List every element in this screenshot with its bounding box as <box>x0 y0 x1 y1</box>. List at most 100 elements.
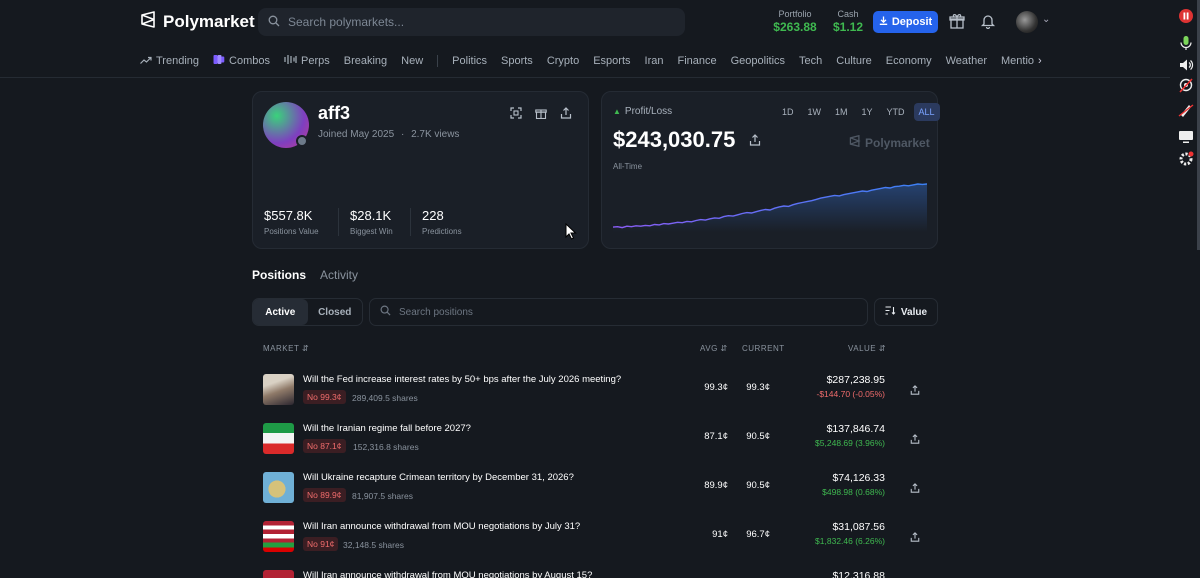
nav-item-weather[interactable]: Weather <box>946 55 987 67</box>
sort-button[interactable]: Value <box>874 298 938 326</box>
nav-item-crypto[interactable]: Crypto <box>547 55 579 67</box>
table-row[interactable]: Will Iran announce withdrawal from MOU n… <box>252 515 938 564</box>
nav-item-new[interactable]: New <box>401 55 423 67</box>
cash-stat[interactable]: Cash $1.12 <box>832 9 864 34</box>
speaker-icon[interactable] <box>1176 55 1196 75</box>
table-row[interactable]: Will Iran announce withdrawal from MOU n… <box>252 564 938 578</box>
col-header-market[interactable]: MARKET ⇵ <box>263 344 309 353</box>
share-icon[interactable] <box>559 106 573 120</box>
share-icon[interactable] <box>910 480 922 493</box>
nav-item-combos[interactable]: Combos <box>213 54 270 68</box>
nav-item-sports[interactable]: Sports <box>501 55 533 67</box>
nav-item-finance[interactable]: Finance <box>677 55 716 67</box>
current-price: 96.7¢ <box>746 529 770 540</box>
screen-icon[interactable] <box>1176 127 1196 147</box>
gift-small-icon[interactable] <box>534 106 548 120</box>
nav-item-economy[interactable]: Economy <box>886 55 932 67</box>
market-question[interactable]: Will Iran announce withdrawal from MOU n… <box>303 521 580 532</box>
current-price: 90.5¢ <box>746 480 770 491</box>
table-row[interactable]: Will the Fed increase interest rates by … <box>252 368 938 417</box>
col-header-value[interactable]: VALUE ⇵ <box>848 344 886 353</box>
gift-icon[interactable] <box>947 11 967 31</box>
microphone-icon[interactable] <box>1176 33 1196 53</box>
timeframe-1d[interactable]: 1D <box>777 103 799 121</box>
position-value: $12,316.88 <box>832 570 885 578</box>
market-thumbnail <box>263 472 294 503</box>
tab-activity[interactable]: Activity <box>320 268 358 282</box>
timeframe-1y[interactable]: 1Y <box>857 103 878 121</box>
position-value: $74,126.33 <box>832 472 885 484</box>
current-price: 90.5¢ <box>746 431 770 442</box>
market-thumbnail <box>263 521 294 552</box>
webcam-off-icon[interactable] <box>1176 76 1196 96</box>
market-question[interactable]: Will Ukraine recapture Crimean territory… <box>303 472 574 483</box>
col-header-avg[interactable]: AVG ⇵ <box>700 344 728 353</box>
pen-icon[interactable] <box>1176 100 1196 120</box>
market-question[interactable]: Will the Fed increase interest rates by … <box>303 374 621 385</box>
timeframe-ytd[interactable]: YTD <box>882 103 910 121</box>
position-change: -$144.70 (-0.05%) <box>816 389 885 399</box>
avg-price: 89.9¢ <box>704 480 728 491</box>
polymarket-watermark-icon <box>849 134 861 150</box>
positions-search-input[interactable]: Search positions <box>369 298 868 326</box>
table-row[interactable]: Will Ukraine recapture Crimean territory… <box>252 466 938 515</box>
timeframe-1w[interactable]: 1W <box>803 103 827 121</box>
nav-item-tech[interactable]: Tech <box>799 55 822 67</box>
cash-label: Cash <box>837 9 859 19</box>
search-bar[interactable]: Search polymarkets... <box>258 8 685 36</box>
views-count: 2.7K views <box>411 129 460 140</box>
col-header-label: VALUE <box>848 344 877 353</box>
tab-positions[interactable]: Positions <box>252 268 306 282</box>
nav-item-iran[interactable]: Iran <box>645 55 664 67</box>
deposit-button[interactable]: Deposit <box>873 11 938 33</box>
nav-item-label: Esports <box>593 55 631 67</box>
outcome-badge: No 89.9¢ <box>303 488 346 502</box>
nav-item-label: New <box>401 55 424 67</box>
nav-item-mentions[interactable]: Mentio <box>1001 55 1035 67</box>
bell-icon[interactable] <box>978 11 998 31</box>
portfolio-stat[interactable]: Portfolio $263.88 <box>772 9 818 34</box>
nav-item-breaking[interactable]: Breaking <box>344 55 387 67</box>
nav-item-politics[interactable]: Politics <box>452 55 487 67</box>
user-avatar[interactable] <box>1016 11 1038 33</box>
filter-active[interactable]: Active <box>253 299 308 325</box>
timeframe-all[interactable]: ALL <box>913 103 940 121</box>
position-value: $31,087.56 <box>832 521 885 533</box>
nav-item-label: Finance <box>677 55 717 67</box>
stat-value: $28.1K <box>350 208 392 223</box>
positions-search-placeholder: Search positions <box>399 306 473 318</box>
chevron-down-icon[interactable]: ⌄ <box>1042 14 1050 25</box>
nav-item-culture[interactable]: Culture <box>836 55 871 67</box>
app: Polymarket Search polymarkets... Portfol… <box>0 0 1200 578</box>
qr-scan-icon[interactable] <box>509 106 523 120</box>
record-stop-icon[interactable] <box>1176 6 1196 26</box>
timeframe-1m[interactable]: 1M <box>830 103 853 121</box>
share-icon[interactable] <box>910 382 922 395</box>
nav-item-geopolitics[interactable]: Geopolitics <box>731 55 785 67</box>
market-question[interactable]: Will the Iranian regime fall before 2027… <box>303 423 471 434</box>
nav-scroll-right-icon[interactable]: › <box>1038 55 1042 67</box>
nav-item-label: Breaking <box>343 55 388 67</box>
pnl-share-icon[interactable] <box>749 133 761 151</box>
share-icon[interactable] <box>910 431 922 444</box>
search-icon <box>268 15 280 30</box>
nav-item-perps[interactable]: Perps <box>284 54 330 68</box>
col-header-current[interactable]: CURRENT <box>742 344 785 353</box>
pnl-chart <box>613 183 927 232</box>
shares-count: 289,409.5 shares <box>352 393 418 403</box>
profile-tabs: Positions Activity <box>252 268 358 282</box>
filter-closed[interactable]: Closed <box>308 299 363 325</box>
nav-item-label: Combos <box>229 55 270 67</box>
nav-item-label: Trending <box>156 55 200 67</box>
market-thumbnail <box>263 570 294 578</box>
settings-gear-icon[interactable] <box>1176 149 1196 169</box>
nav-item-trending[interactable]: Trending <box>140 55 199 68</box>
avg-price: 91¢ <box>712 529 728 540</box>
stat-divider <box>410 208 411 236</box>
share-icon[interactable] <box>910 529 922 542</box>
market-question[interactable]: Will Iran announce withdrawal from MOU n… <box>303 570 592 578</box>
top-header: Polymarket Search polymarkets... Portfol… <box>0 0 1170 78</box>
nav-item-esports[interactable]: Esports <box>593 55 630 67</box>
table-row[interactable]: Will the Iranian regime fall before 2027… <box>252 417 938 466</box>
logo[interactable]: Polymarket <box>140 11 255 33</box>
